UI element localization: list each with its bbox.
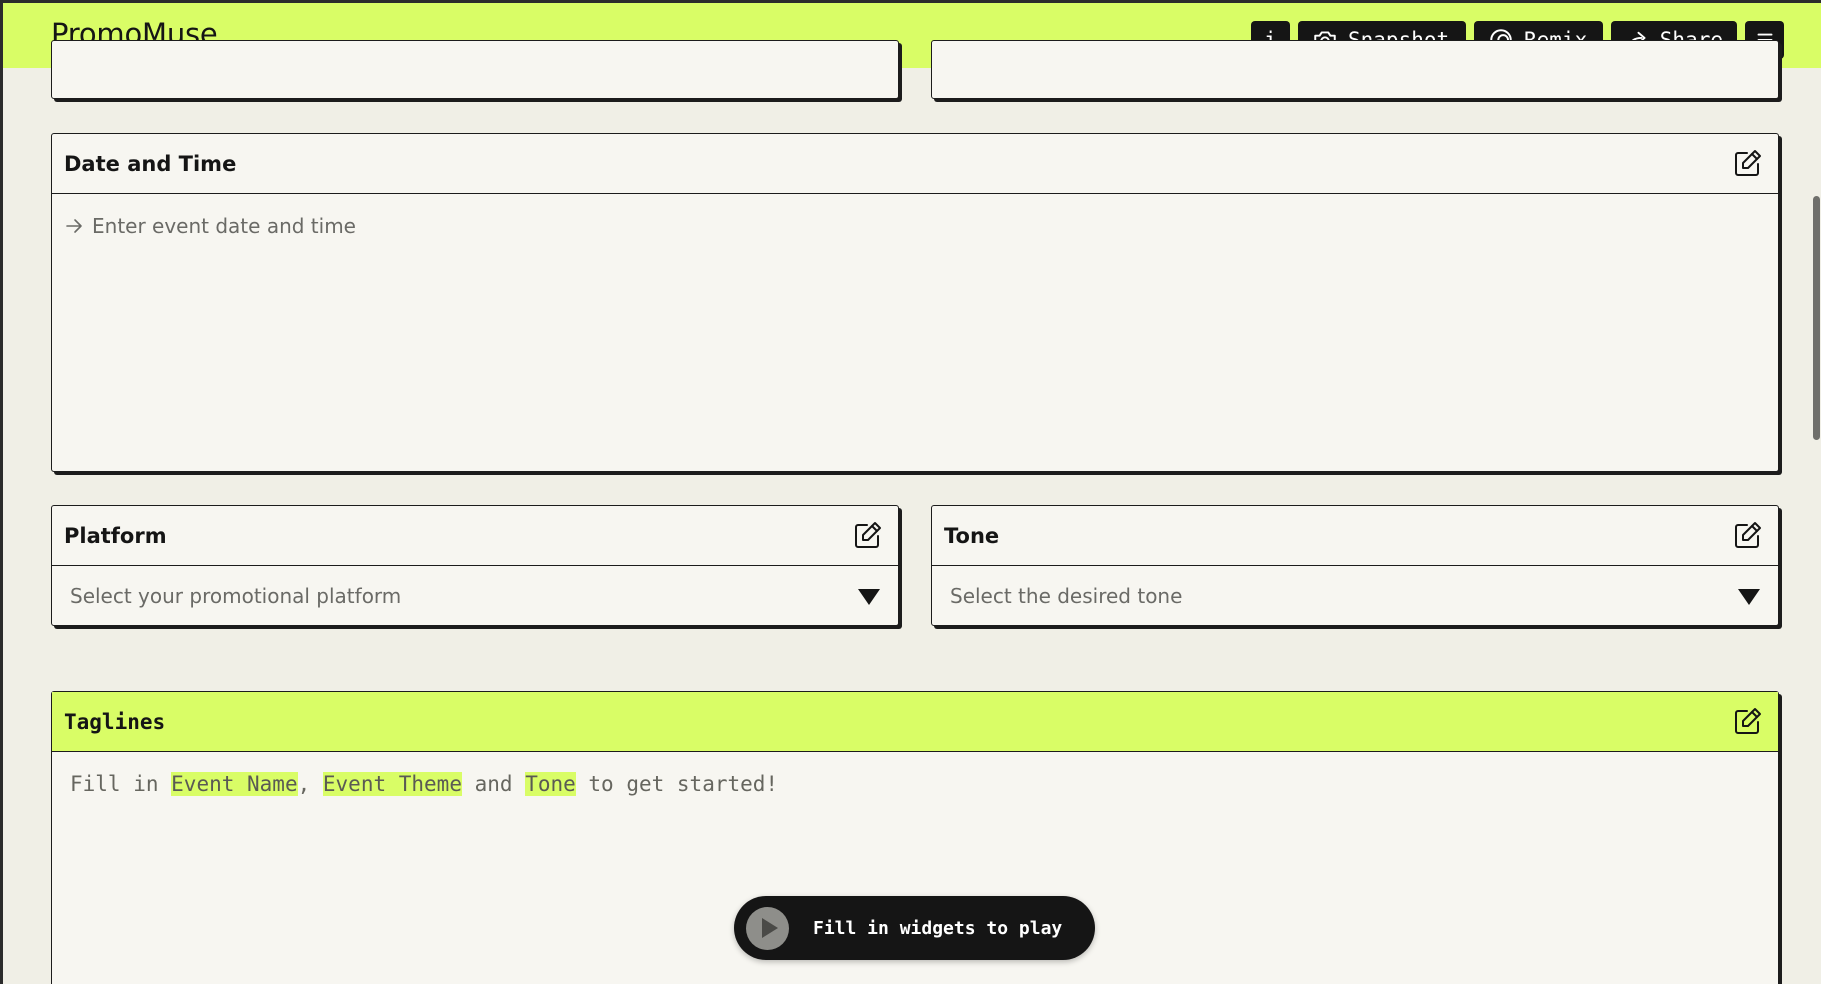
platform-card: Platform Select your promotional platfor…: [51, 505, 899, 626]
play-button-label: Fill in widgets to play: [813, 917, 1063, 939]
tone-title: Tone: [944, 523, 1000, 548]
tone-placeholder: Select the desired tone: [950, 583, 1183, 608]
platform-header: Platform: [52, 506, 898, 566]
caret-down-icon: [1738, 589, 1760, 605]
tone-select[interactable]: Select the desired tone: [932, 566, 1778, 625]
scrollbar-thumb[interactable]: [1813, 196, 1820, 440]
edit-icon[interactable]: [1732, 519, 1764, 551]
arrow-right-icon: [66, 219, 82, 233]
play-button[interactable]: Fill in widgets to play: [734, 896, 1095, 960]
event-theme-card: [931, 40, 1779, 99]
caret-down-icon: [858, 589, 880, 605]
edit-icon[interactable]: [1732, 705, 1764, 737]
date-time-placeholder: Enter event date and time: [92, 214, 356, 238]
date-time-input[interactable]: Enter event date and time: [64, 214, 356, 238]
play-icon: [746, 906, 789, 950]
taglines-text: ,: [297, 772, 323, 796]
window-frame-left: [0, 0, 3, 984]
event-name-card: [51, 40, 899, 99]
platform-select[interactable]: Select your promotional platform: [52, 566, 898, 625]
date-time-card: Date and Time Enter event date and time: [51, 133, 1779, 472]
event-theme-highlight: Event Theme: [322, 772, 462, 796]
edit-icon[interactable]: [852, 519, 884, 551]
tone-header: Tone: [932, 506, 1778, 566]
taglines-text: to get started!: [575, 772, 779, 796]
taglines-title: Taglines: [64, 709, 166, 734]
taglines-message: Fill in Event Name, Event Theme and Tone…: [70, 772, 778, 796]
tone-highlight: Tone: [525, 772, 576, 796]
taglines-header: Taglines: [52, 692, 1778, 752]
platform-title: Platform: [64, 523, 167, 548]
edit-icon[interactable]: [1732, 147, 1764, 179]
date-time-title: Date and Time: [64, 151, 237, 176]
taglines-text: Fill in: [70, 772, 172, 796]
tone-card: Tone Select the desired tone: [931, 505, 1779, 626]
event-name-highlight: Event Name: [171, 772, 298, 796]
taglines-text: and: [461, 772, 526, 796]
date-time-header: Date and Time: [52, 134, 1778, 194]
platform-placeholder: Select your promotional platform: [70, 583, 402, 608]
